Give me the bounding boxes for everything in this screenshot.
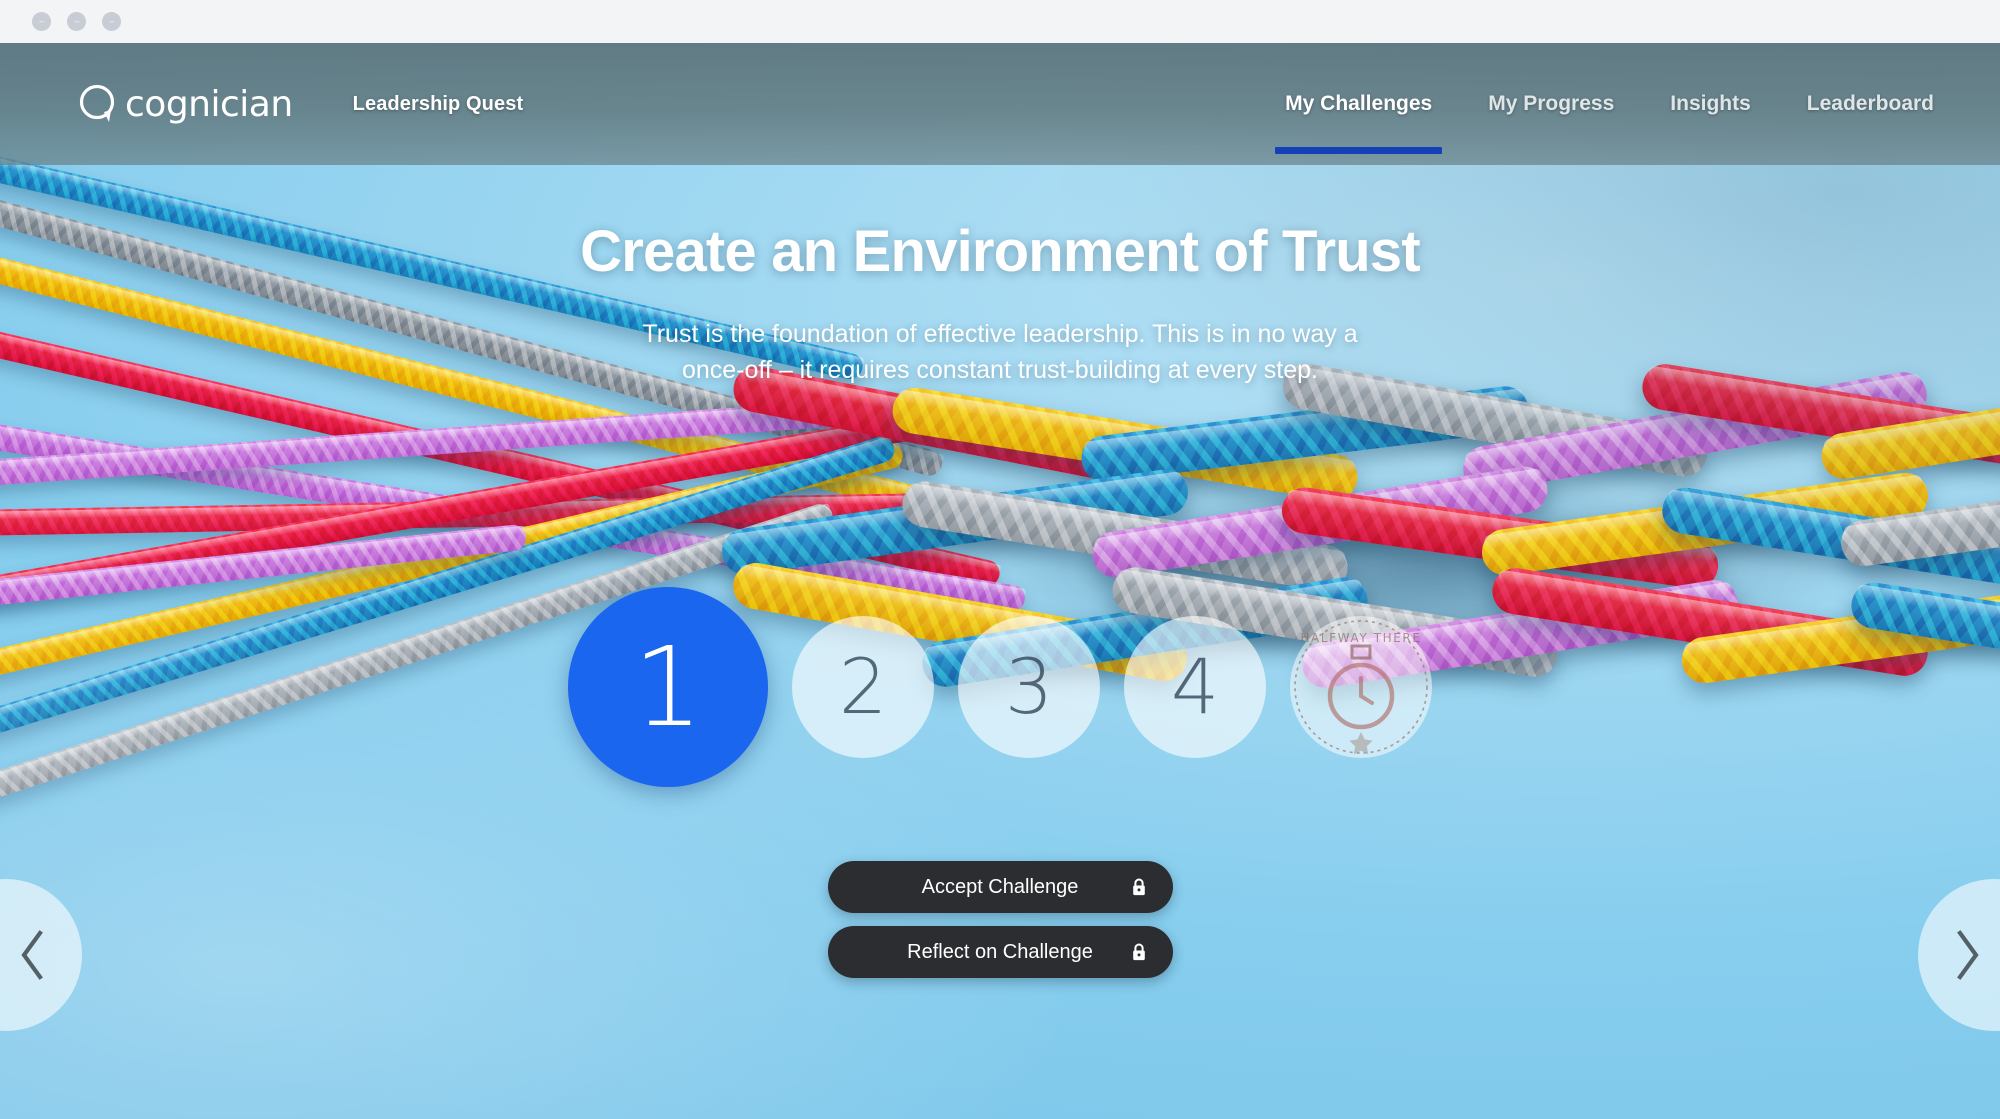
nav-item-my-challenges[interactable]: My Challenges xyxy=(1275,92,1443,154)
accept-challenge-button[interactable]: Accept Challenge xyxy=(827,861,1173,913)
challenge-actions: Accept Challenge Reflect on Challenge xyxy=(0,861,2000,978)
step-number-2: 2 xyxy=(838,642,888,731)
step-number-4: 4 xyxy=(1170,642,1220,731)
window-maximize-button[interactable] xyxy=(102,12,121,31)
lock-icon xyxy=(1131,878,1147,897)
primary-nav: My Challenges My Progress Insights Leade… xyxy=(1275,43,1936,165)
accept-challenge-label: Accept Challenge xyxy=(921,875,1079,898)
lock-icon xyxy=(1131,943,1147,962)
reflect-on-challenge-button[interactable]: Reflect on Challenge xyxy=(827,926,1173,978)
chevron-right-icon xyxy=(1957,930,1979,980)
logo-wordmark: cognician xyxy=(125,83,293,125)
step-circle-1[interactable]: 1 xyxy=(568,587,768,787)
nav-item-insights[interactable]: Insights xyxy=(1668,92,1753,116)
step-circle-2[interactable]: 2 xyxy=(792,616,934,758)
window-titlebar xyxy=(0,0,2000,43)
nav-item-my-progress[interactable]: My Progress xyxy=(1486,92,1616,116)
svg-text:HALFWAY THERE: HALFWAY THERE xyxy=(1300,631,1421,645)
step-number-1: 1 xyxy=(633,623,703,751)
halfway-there-medal-icon: HALFWAY THERE xyxy=(1294,620,1428,755)
nav-item-leaderboard[interactable]: Leaderboard xyxy=(1805,92,1936,116)
browser-window: cognician Leadership Quest My Challenges… xyxy=(0,0,2000,1119)
app-header: cognician Leadership Quest My Challenges… xyxy=(0,43,2000,165)
step-circle-3[interactable]: 3 xyxy=(958,616,1100,758)
step-circle-halfway-badge[interactable]: HALFWAY THERE xyxy=(1290,616,1432,758)
step-circle-4[interactable]: 4 xyxy=(1124,616,1266,758)
brand[interactable]: cognician xyxy=(78,84,293,125)
step-number-3: 3 xyxy=(1004,642,1054,731)
reflect-on-challenge-label: Reflect on Challenge xyxy=(907,940,1093,963)
step-progress-track: 1 2 3 4 HALFWAY THERE xyxy=(0,587,2000,787)
window-close-button[interactable] xyxy=(32,12,51,31)
hero-stage: cognician Leadership Quest My Challenges… xyxy=(0,43,2000,1119)
quest-title: Leadership Quest xyxy=(352,92,524,115)
chevron-left-icon xyxy=(21,930,43,980)
cognician-speech-bubble-logo-icon xyxy=(78,84,118,124)
window-minimize-button[interactable] xyxy=(67,12,86,31)
